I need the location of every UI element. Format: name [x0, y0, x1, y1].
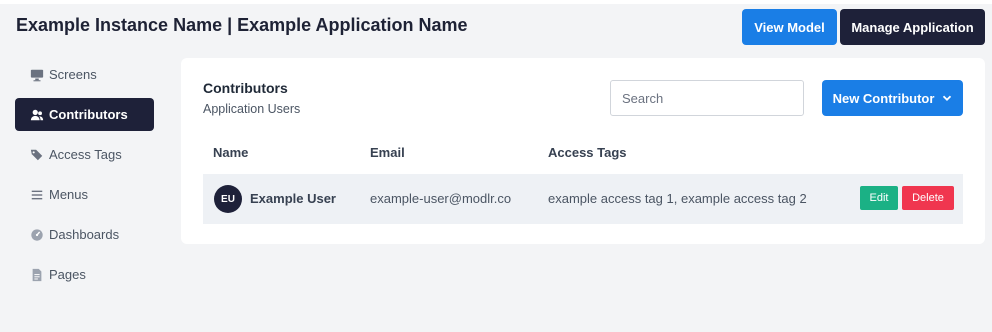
- monitor-icon: [30, 68, 44, 82]
- avatar: EU: [214, 185, 242, 213]
- sidebar-item-label: Screens: [49, 67, 97, 82]
- column-header-name: Name: [213, 145, 249, 160]
- sidebar-item-label: Menus: [49, 187, 89, 202]
- sidebar-item-label: Dashboards: [49, 227, 120, 242]
- tags-icon: [30, 148, 44, 162]
- top-strip: [0, 0, 992, 4]
- card-subtitle: Application Users: [203, 102, 301, 116]
- contributor-email: example-user@modlr.co: [370, 191, 512, 206]
- column-header-email: Email: [370, 145, 405, 160]
- sidebar-item-access-tags[interactable]: Access Tags: [15, 138, 154, 171]
- chevron-down-icon: [942, 93, 952, 103]
- view-model-button[interactable]: View Model: [742, 9, 837, 45]
- sidebar-item-screens[interactable]: Screens: [15, 58, 154, 91]
- sidebar-item-menus[interactable]: Menus: [15, 178, 154, 211]
- sidebar-item-pages[interactable]: Pages: [15, 258, 154, 291]
- sidebar-item-label: Pages: [49, 267, 86, 282]
- contributors-card: Contributors Application Users New Contr…: [181, 58, 985, 244]
- dashboard-icon: [30, 228, 44, 242]
- sidebar-item-contributors[interactable]: Contributors: [15, 98, 154, 131]
- users-icon: [30, 108, 44, 122]
- column-header-access-tags: Access Tags: [548, 145, 627, 160]
- search-input[interactable]: [610, 80, 804, 116]
- new-contributor-label: New Contributor: [832, 90, 935, 106]
- contributor-access-tags: example access tag 1, example access tag…: [548, 191, 807, 206]
- manage-application-button[interactable]: Manage Application: [840, 9, 985, 45]
- contributor-name: Example User: [250, 191, 336, 206]
- delete-button[interactable]: Delete: [902, 186, 954, 210]
- sidebar-item-dashboards[interactable]: Dashboards: [15, 218, 154, 251]
- sidebar: Screens Contributors Access Tags Menus D…: [15, 58, 154, 298]
- new-contributor-button[interactable]: New Contributor: [822, 80, 963, 116]
- sidebar-item-label: Contributors: [49, 107, 128, 122]
- page-title: Example Instance Name | Example Applicat…: [16, 15, 468, 35]
- edit-button[interactable]: Edit: [860, 186, 898, 210]
- sidebar-item-label: Access Tags: [49, 147, 122, 162]
- page-icon: [30, 268, 44, 282]
- table-row: EU Example User example-user@modlr.co ex…: [203, 174, 963, 224]
- card-title: Contributors: [203, 80, 288, 96]
- menu-icon: [30, 188, 44, 202]
